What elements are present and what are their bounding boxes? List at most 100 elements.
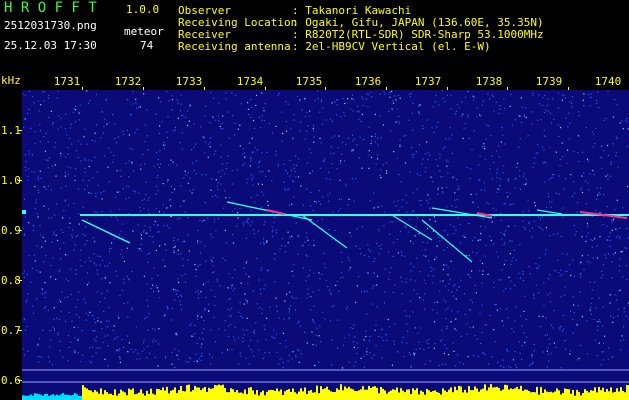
noise-dot [595,209,597,211]
noise-dot [205,260,207,262]
noise-dot [28,153,30,155]
noise-dot [595,127,597,129]
noise-dot [599,193,601,195]
noise-dot [261,152,263,154]
noise-dot [571,96,574,98]
noise-dot [570,310,572,312]
noise-dot [546,366,548,368]
histogram-bar [590,390,592,400]
noise-dot [341,367,344,369]
noise-dot [549,292,551,294]
noise-dot [593,238,596,240]
noise-dot [549,343,551,345]
noise-dot [48,95,50,97]
noise-dot [596,198,598,200]
noise-dot [409,96,412,98]
noise-dot [562,314,564,317]
noise-dot [101,278,103,280]
noise-dot [596,187,598,189]
noise-dot [68,311,70,313]
noise-dot [159,245,161,247]
noise-dot [481,262,484,265]
histogram-bar [566,389,568,400]
histogram-bar [160,390,162,400]
noise-dot [567,126,569,128]
noise-dot [128,278,130,280]
noise-dot [73,111,75,113]
histogram-bar [390,390,392,400]
noise-dot [443,352,445,355]
histogram-bar [568,389,570,400]
noise-dot [54,142,56,144]
noise-dot [60,310,62,312]
noise-dot [264,284,266,286]
noise-dot [41,246,43,248]
noise-dot [35,202,37,204]
noise-dot [459,242,462,244]
histogram-bar [274,390,276,400]
noise-dot [215,179,217,181]
histogram-bar [342,390,344,400]
noise-dot [38,361,40,363]
histogram-bar [578,391,580,400]
noise-dot [411,146,413,149]
noise-dot [552,176,554,179]
noise-dot [474,236,476,239]
noise-dot [171,109,173,111]
noise-dot [392,255,394,257]
noise-dot [39,338,41,340]
noise-dot [391,90,393,92]
noise-dot [175,293,178,295]
histogram-bar [576,389,578,400]
noise-dot [313,322,315,324]
noise-dot [60,229,62,231]
noise-dot [357,105,359,107]
noise-dot [439,170,441,172]
noise-dot [510,203,512,205]
noise-dot [486,124,488,126]
noise-dot [507,180,509,182]
noise-dot [542,162,544,164]
noise-dot [228,298,230,300]
noise-dot [415,151,417,153]
noise-dot [324,158,326,160]
noise-dot [587,225,589,228]
noise-dot [569,350,572,352]
noise-dot [174,246,176,248]
noise-dot [89,260,91,262]
noise-dot [439,157,441,159]
noise-dot [88,192,90,194]
histogram-bar [304,387,306,400]
histogram-bar [136,393,138,400]
histogram-bar [616,388,618,400]
noise-dot [618,290,620,292]
noise-dot [321,218,323,220]
noise-dot [540,218,542,220]
noise-dot [106,123,108,125]
noise-dot [341,153,343,155]
noise-dot [309,269,311,271]
histogram-bar [158,389,160,400]
noise-dot [106,320,108,322]
noise-dot [445,138,447,140]
noise-dot [88,347,91,349]
noise-dot [238,363,240,365]
noise-dot [231,349,233,351]
histogram-bar [100,388,102,400]
noise-dot [132,149,134,151]
noise-dot [466,323,468,325]
noise-dot [601,167,603,169]
noise-dot [309,110,311,112]
noise-dot [611,221,613,223]
histogram-bar [132,388,134,400]
noise-dot [147,305,149,307]
noise-dot [163,212,165,214]
noise-dot [522,270,524,273]
noise-dot [86,284,88,286]
noise-dot [204,245,206,247]
noise-dot [271,132,273,134]
noise-dot [519,352,521,354]
noise-dot [575,231,577,233]
noise-dot [96,269,98,271]
noise-dot [52,123,54,125]
